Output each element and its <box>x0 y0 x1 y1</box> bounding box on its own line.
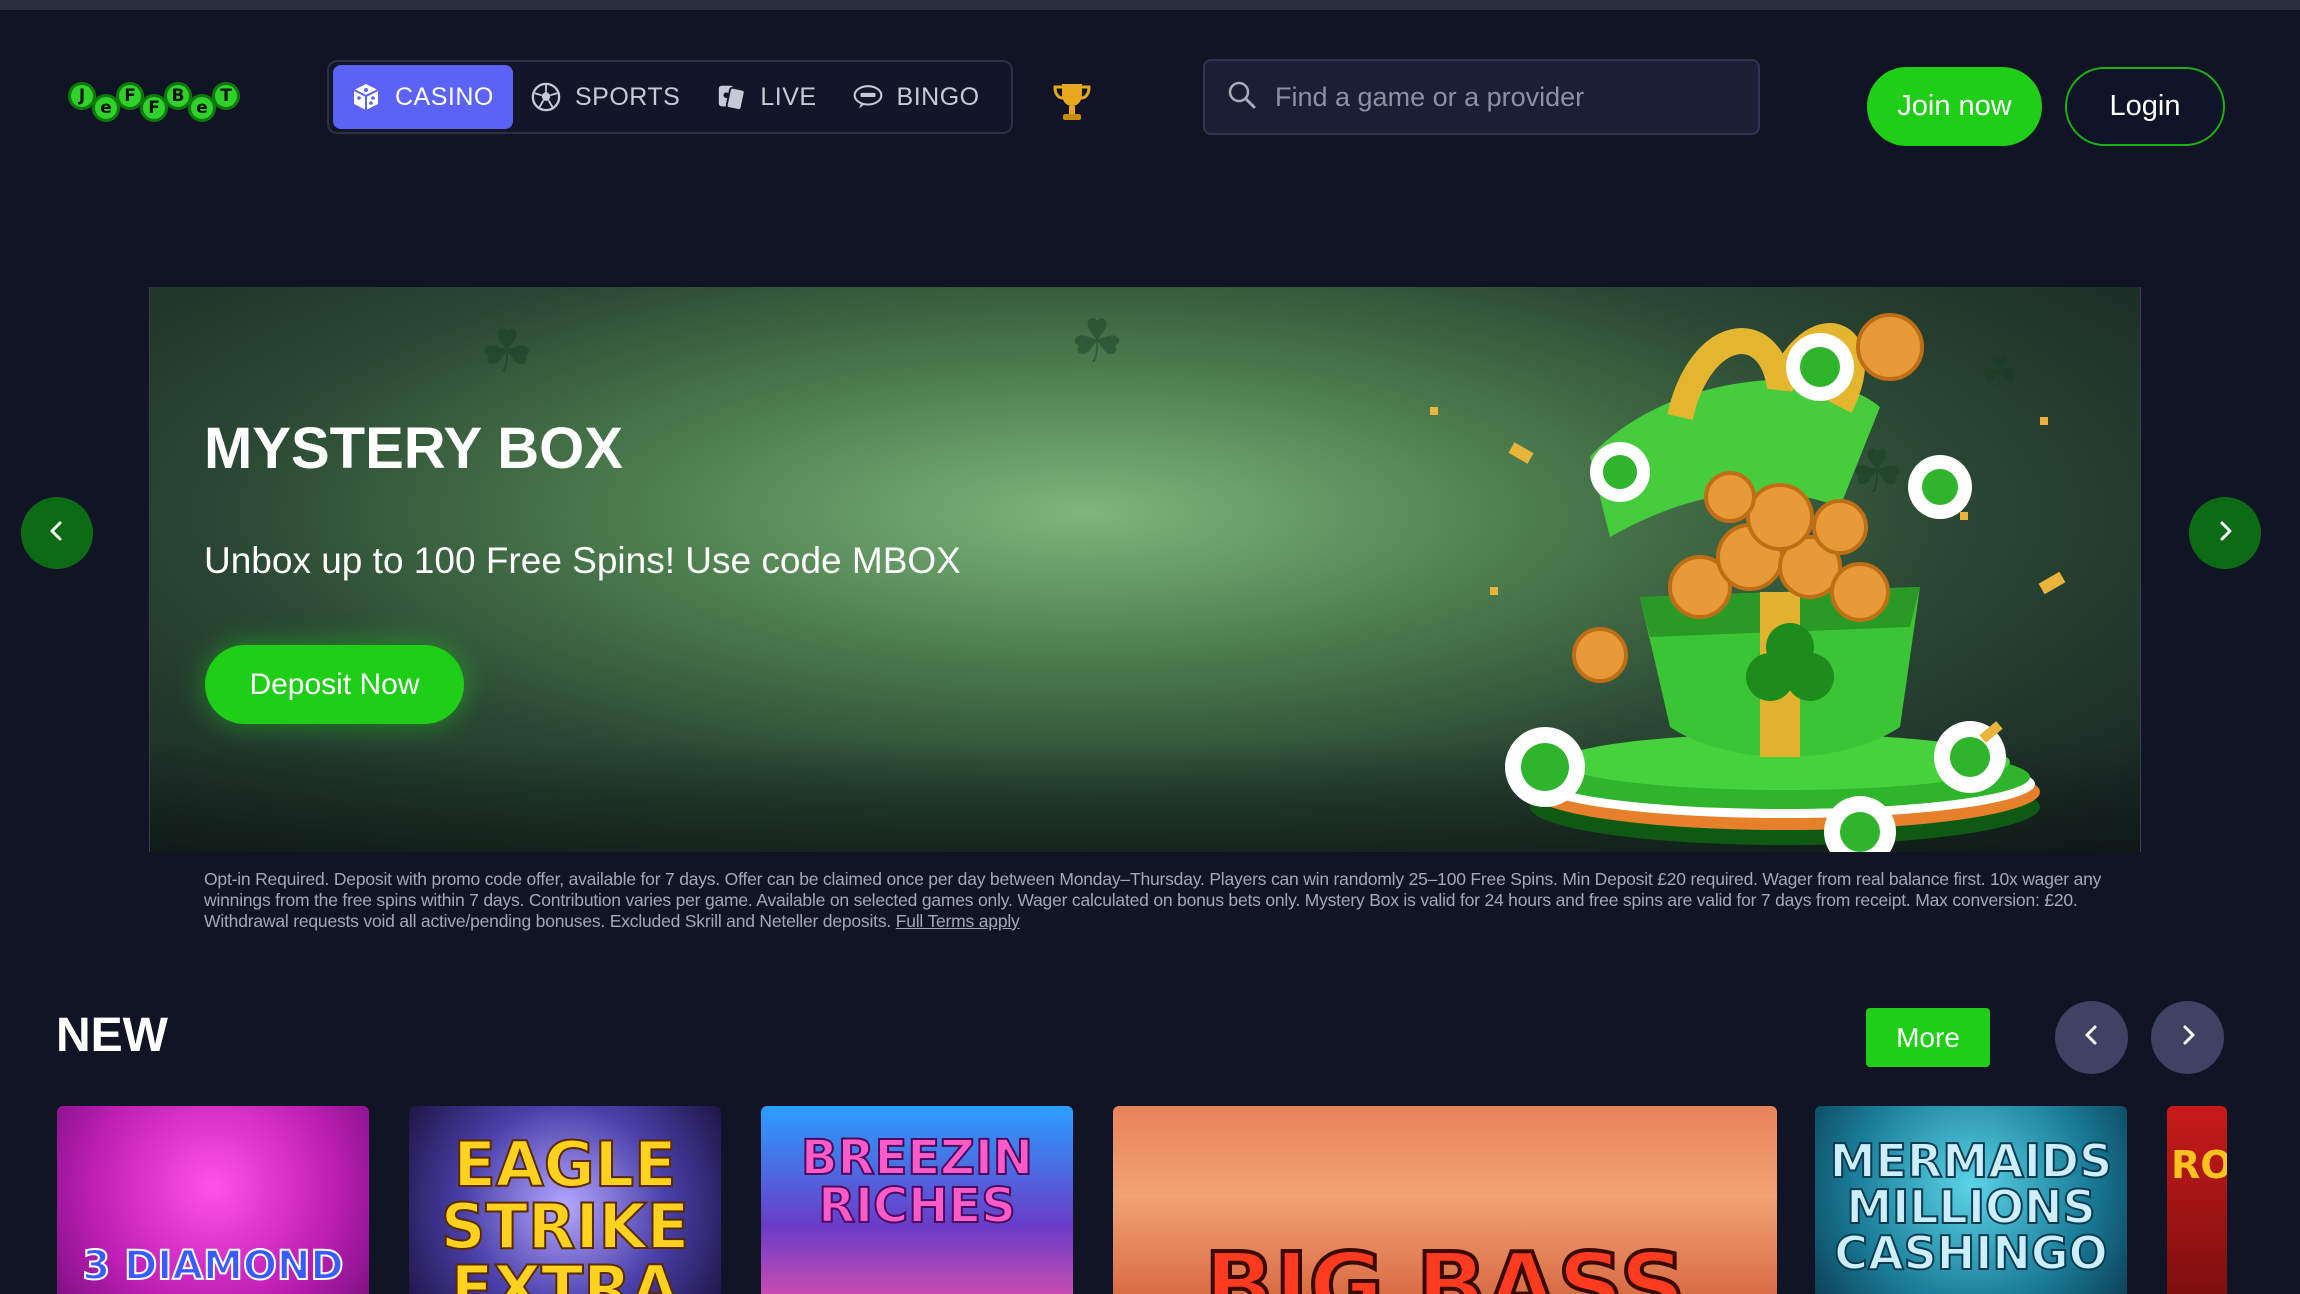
search-box[interactable] <box>1203 59 1760 135</box>
tab-live[interactable]: LIVE <box>698 65 834 129</box>
tab-sports-label: SPORTS <box>575 82 681 111</box>
game-tile[interactable]: EAGLE STRIKE EXTRA <box>409 1106 721 1294</box>
banner-title: MYSTERY BOX <box>204 416 623 481</box>
game-tile-title: MERMAIDS MILLIONS CASHINGO <box>1829 1134 2113 1280</box>
promo-terms-text: Opt-in Required. Deposit with promo code… <box>204 869 2102 931</box>
chevron-right-icon <box>2177 1024 2199 1051</box>
browser-top-bar <box>0 0 2300 10</box>
banner-subtitle: Unbox up to 100 Free Spins! Use code MBO… <box>204 540 961 581</box>
mystery-box-illustration <box>1430 313 2066 852</box>
games-prev-button[interactable] <box>2055 1001 2128 1074</box>
more-button[interactable]: More <box>1866 1008 1990 1067</box>
chevron-left-icon <box>2081 1024 2103 1051</box>
search-input[interactable] <box>1275 81 1755 113</box>
product-nav: CASINO SPORTS LIVE BINGO <box>327 60 1013 134</box>
chevron-left-icon <box>46 520 68 547</box>
clover-decoration: ☘ <box>480 317 534 387</box>
full-terms-link[interactable]: Full Terms apply <box>896 911 1020 931</box>
game-tile-title: BREEZIN RICHES <box>800 1130 1034 1234</box>
game-tile-title: BIG BASS <box>1202 1233 1688 1294</box>
game-tile-title: RO <box>2171 1143 2227 1187</box>
tab-bingo-label: BINGO <box>896 82 980 111</box>
banner-prev-button[interactable] <box>21 497 93 569</box>
dice-icon <box>351 82 381 112</box>
promo-banner[interactable]: ☘ ☘ ☘ ☘ MYSTERY BOX Unbox up to 100 Free… <box>149 287 2141 852</box>
trophy-icon[interactable] <box>1050 80 1094 124</box>
game-tile-title: 3 DIAMOND <box>81 1243 344 1289</box>
tab-bingo[interactable]: BINGO <box>835 65 998 129</box>
section-title-new: NEW <box>56 1009 168 1062</box>
cards-icon <box>716 82 746 112</box>
game-tile[interactable]: BREEZIN RICHES <box>761 1106 1073 1294</box>
promo-terms: Opt-in Required. Deposit with promo code… <box>204 869 2134 932</box>
game-tile[interactable]: 3 DIAMOND <box>57 1106 369 1294</box>
logo-letter: T <box>212 82 240 110</box>
tab-live-label: LIVE <box>760 82 817 111</box>
games-next-button[interactable] <box>2151 1001 2224 1074</box>
tab-sports[interactable]: SPORTS <box>513 65 698 129</box>
join-now-button[interactable]: Join now <box>1867 67 2042 146</box>
tab-casino-label: CASINO <box>395 82 494 111</box>
chevron-right-icon <box>2214 520 2236 547</box>
clover-decoration: ☘ <box>1070 307 1124 377</box>
search-icon <box>1227 80 1257 115</box>
bingo-bubble-icon <box>853 82 883 112</box>
login-button[interactable]: Login <box>2065 67 2225 146</box>
game-tile[interactable]: MERMAIDS MILLIONS CASHINGO <box>1815 1106 2127 1294</box>
site-header: JeFFBeT CASINO SPORTS LIVE BINGO Find a … <box>0 10 2300 180</box>
jeffbet-logo[interactable]: JeFFBeT <box>68 74 240 130</box>
soccer-ball-icon <box>531 82 561 112</box>
game-tile[interactable]: RO <box>2167 1106 2227 1294</box>
game-tile[interactable]: BIG BASS <box>1113 1106 1777 1294</box>
game-tile-title: EAGLE STRIKE EXTRA <box>440 1128 690 1294</box>
tab-casino[interactable]: CASINO <box>333 65 513 129</box>
banner-next-button[interactable] <box>2189 497 2261 569</box>
deposit-now-button[interactable]: Deposit Now <box>205 645 464 724</box>
new-games-row: 3 DIAMOND EAGLE STRIKE EXTRA BREEZIN RIC… <box>57 1106 2227 1294</box>
